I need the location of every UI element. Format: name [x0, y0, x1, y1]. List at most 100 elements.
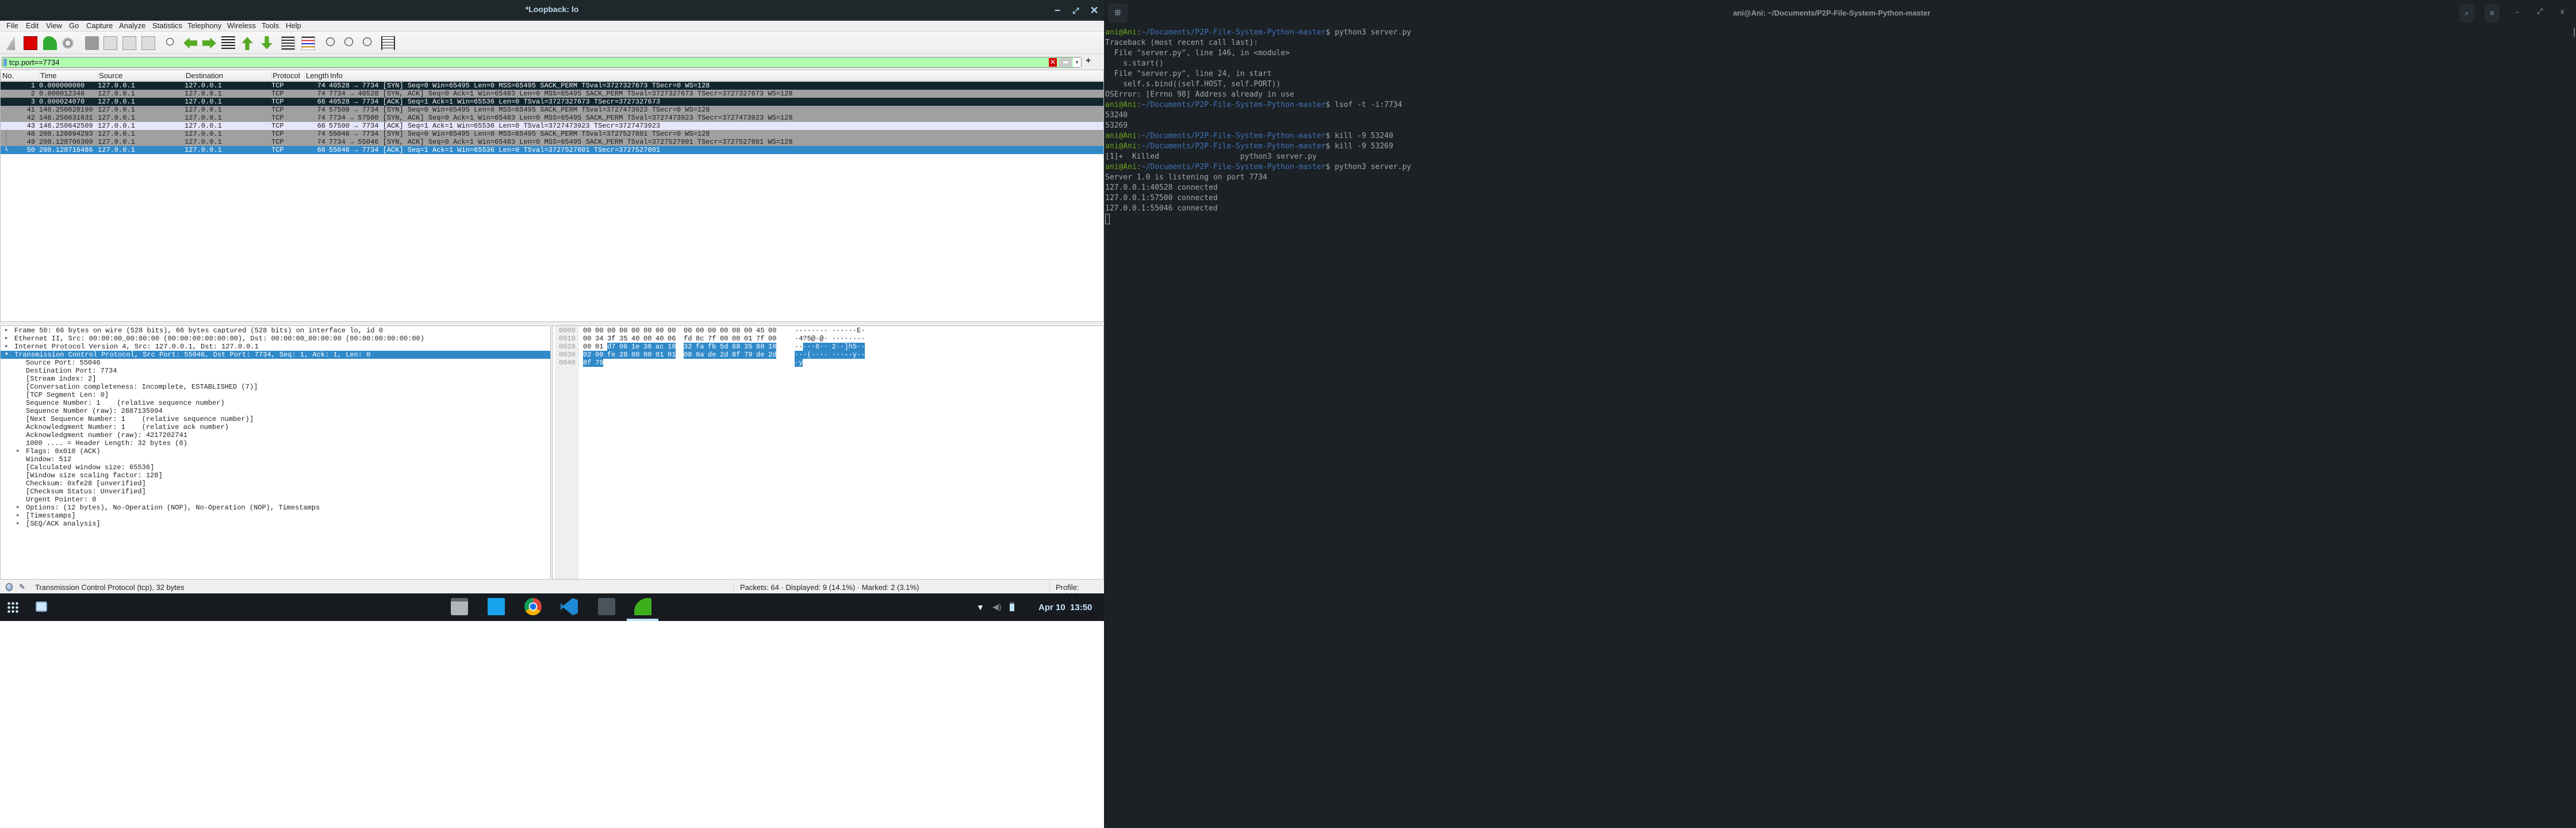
menu-telephony[interactable]: Telephony: [187, 21, 221, 30]
close-button[interactable]: x: [2560, 7, 2564, 16]
hex-byte[interactable]: 00: [768, 335, 776, 343]
collapsed-arrow-icon[interactable]: ▶: [5, 335, 8, 343]
hex-byte[interactable]: 7f: [756, 335, 768, 343]
hex-byte[interactable]: 00: [595, 351, 607, 359]
menu-wireless[interactable]: Wireless: [227, 21, 256, 30]
packet-row[interactable]: 3 0.000024070 127.0.0.1 127.0.0.1 TCP 66 40528…: [1, 98, 1103, 106]
restart-capture-icon[interactable]: [43, 36, 57, 50]
detail-row[interactable]: Source Port: 55046: [1, 359, 550, 367]
hex-byte[interactable]: 00: [583, 335, 595, 343]
stop-capture-icon[interactable]: [24, 36, 37, 50]
hex-byte[interactable]: 8f: [583, 359, 595, 367]
go-to-packet-icon[interactable]: [221, 36, 235, 50]
packet-list[interactable]: No. Time Source Destination Protocol Length In…: [0, 70, 1104, 322]
terminal-cursor[interactable]: [1105, 214, 1110, 224]
hex-byte[interactable]: 00: [668, 327, 676, 335]
hex-byte[interactable]: 10: [768, 343, 776, 351]
detail-row[interactable]: Acknowledgment Number: 1 (relative ack n…: [1, 423, 550, 431]
detail-row[interactable]: ▶ Frame 50: 66 bytes on wire (528 bits), …: [1, 327, 550, 335]
scrollbar[interactable]: [2574, 28, 2575, 37]
autoscroll-icon[interactable]: [281, 36, 295, 50]
hex-byte[interactable]: 3f: [607, 335, 619, 343]
hex-byte[interactable]: 8c: [696, 335, 708, 343]
clock[interactable]: Apr 10 13:50: [1038, 603, 1092, 612]
detail-row[interactable]: [Stream index: 2]: [1, 375, 550, 383]
open-file-icon[interactable]: [85, 36, 99, 50]
collapsed-arrow-icon[interactable]: ▶: [5, 343, 8, 351]
hex-byte[interactable]: 2d: [768, 351, 776, 359]
detail-row[interactable]: ▼ Transmission Control Protocol, Src Port…: [1, 351, 550, 359]
hex-byte[interactable]: 0a: [696, 351, 708, 359]
hex-byte[interactable]: 7f: [708, 335, 720, 343]
menu-edit[interactable]: Edit: [26, 21, 39, 30]
hex-ascii[interactable]: ·4?5@·@· ········: [795, 335, 865, 343]
collapsed-arrow-icon[interactable]: ▶: [5, 327, 8, 335]
expanded-arrow-icon[interactable]: ▼: [5, 351, 8, 359]
hex-byte[interactable]: 08: [732, 327, 744, 335]
zoom-out-icon[interactable]: [343, 36, 357, 50]
hex-ascii[interactable]: ···(···· ···-·y·-: [795, 351, 865, 359]
hex-byte[interactable]: 01: [595, 343, 607, 351]
hex-byte[interactable]: 79: [744, 351, 756, 359]
detail-row[interactable]: ▶ Flags: 0x010 (ACK): [1, 447, 550, 455]
hex-byte[interactable]: 36: [643, 343, 656, 351]
clear-filter-icon[interactable]: ✕: [1049, 58, 1057, 67]
packet-row[interactable]: 1 0.000000000 127.0.0.1 127.0.0.1 TCP 74 40528…: [1, 82, 1103, 90]
hex-ascii[interactable]: ········ ······E·: [795, 327, 865, 335]
start-capture-icon[interactable]: [6, 36, 16, 50]
column-header-protocol[interactable]: Protocol: [271, 71, 300, 80]
detail-row[interactable]: Acknowledgment number (raw): 4217202741: [1, 431, 550, 439]
hex-byte[interactable]: 00: [732, 335, 744, 343]
menu-icon[interactable]: ≡: [2485, 4, 2500, 22]
detail-row[interactable]: [Next Sequence Number: 1 (relative seque…: [1, 415, 550, 423]
detail-row[interactable]: [Checksum Status: Unverified]: [1, 488, 550, 496]
hex-byte[interactable]: 00: [684, 327, 696, 335]
detail-row[interactable]: 1000 .... = Header Length: 32 bytes (8): [1, 439, 550, 447]
column-header-source[interactable]: Source: [97, 71, 122, 80]
hex-byte[interactable]: 01: [668, 351, 676, 359]
go-last-icon[interactable]: [261, 36, 273, 49]
hex-byte[interactable]: 01: [744, 335, 756, 343]
add-filter-button[interactable]: +: [1086, 56, 1091, 66]
detail-row[interactable]: Checksum: 0xfe28 [unverified]: [1, 480, 550, 488]
hex-byte[interactable]: 01: [656, 351, 668, 359]
hex-byte[interactable]: d7: [607, 343, 619, 351]
hex-byte[interactable]: fd: [684, 335, 696, 343]
close-file-icon[interactable]: [122, 36, 136, 50]
packet-details[interactable]: ▶ Frame 50: 66 bytes on wire (528 bits), …: [0, 325, 551, 580]
packet-bytes[interactable]: 0000 00 00 00 00 00 00 00 00 00 00 00 00 08 00 45 00 ····…: [552, 325, 1104, 580]
detail-row[interactable]: [Window size scaling factor: 128]: [1, 471, 550, 480]
detail-row[interactable]: ▶ Options: (12 bytes), No-Operation (NOP)…: [1, 504, 550, 512]
hex-byte[interactable]: 00: [607, 327, 619, 335]
menu-go[interactable]: Go: [69, 21, 79, 30]
app-grid-icon[interactable]: [7, 601, 18, 613]
hex-byte[interactable]: 8f: [732, 351, 744, 359]
detail-row[interactable]: [Calculated window size: 65536]: [1, 463, 550, 471]
hex-byte[interactable]: fe: [607, 351, 619, 359]
hex-byte[interactable]: 1e: [631, 343, 643, 351]
hex-byte[interactable]: 00: [643, 327, 656, 335]
detail-row[interactable]: Sequence Number (raw): 2887135994: [1, 407, 550, 415]
go-forward-icon[interactable]: [202, 37, 216, 49]
detail-row[interactable]: Sequence Number: 1 (relative sequence nu…: [1, 399, 550, 407]
hex-byte[interactable]: 06: [668, 335, 676, 343]
column-header-info[interactable]: Info: [328, 71, 343, 80]
hex-byte[interactable]: 00: [583, 327, 595, 335]
collapsed-arrow-icon[interactable]: ▶: [17, 447, 20, 455]
hex-ascii[interactable]: ·y: [795, 359, 803, 367]
hex-byte[interactable]: 45: [756, 327, 768, 335]
chrome-icon[interactable]: [524, 598, 542, 615]
hex-byte[interactable]: 00: [720, 335, 732, 343]
hex-byte[interactable]: 00: [643, 351, 656, 359]
go-first-icon[interactable]: [241, 37, 253, 50]
column-header-time[interactable]: Time: [39, 71, 56, 80]
hex-ascii[interactable]: ·····6·· 2··]h5··: [795, 343, 865, 351]
hex-byte[interactable]: 00: [696, 327, 708, 335]
detail-row[interactable]: [TCP Segment Len: 0]: [1, 391, 550, 399]
detail-row[interactable]: Window: 512: [1, 455, 550, 463]
column-header-no[interactable]: No.: [1, 71, 14, 80]
detail-row[interactable]: ▶ Ethernet II, Src: 00:00:00_00:00:00 (00…: [1, 335, 550, 343]
new-tab-icon[interactable]: ⊞: [1108, 3, 1128, 23]
hex-byte[interactable]: 5d: [720, 343, 732, 351]
filter-text[interactable]: tcp.port==7734: [9, 58, 59, 67]
